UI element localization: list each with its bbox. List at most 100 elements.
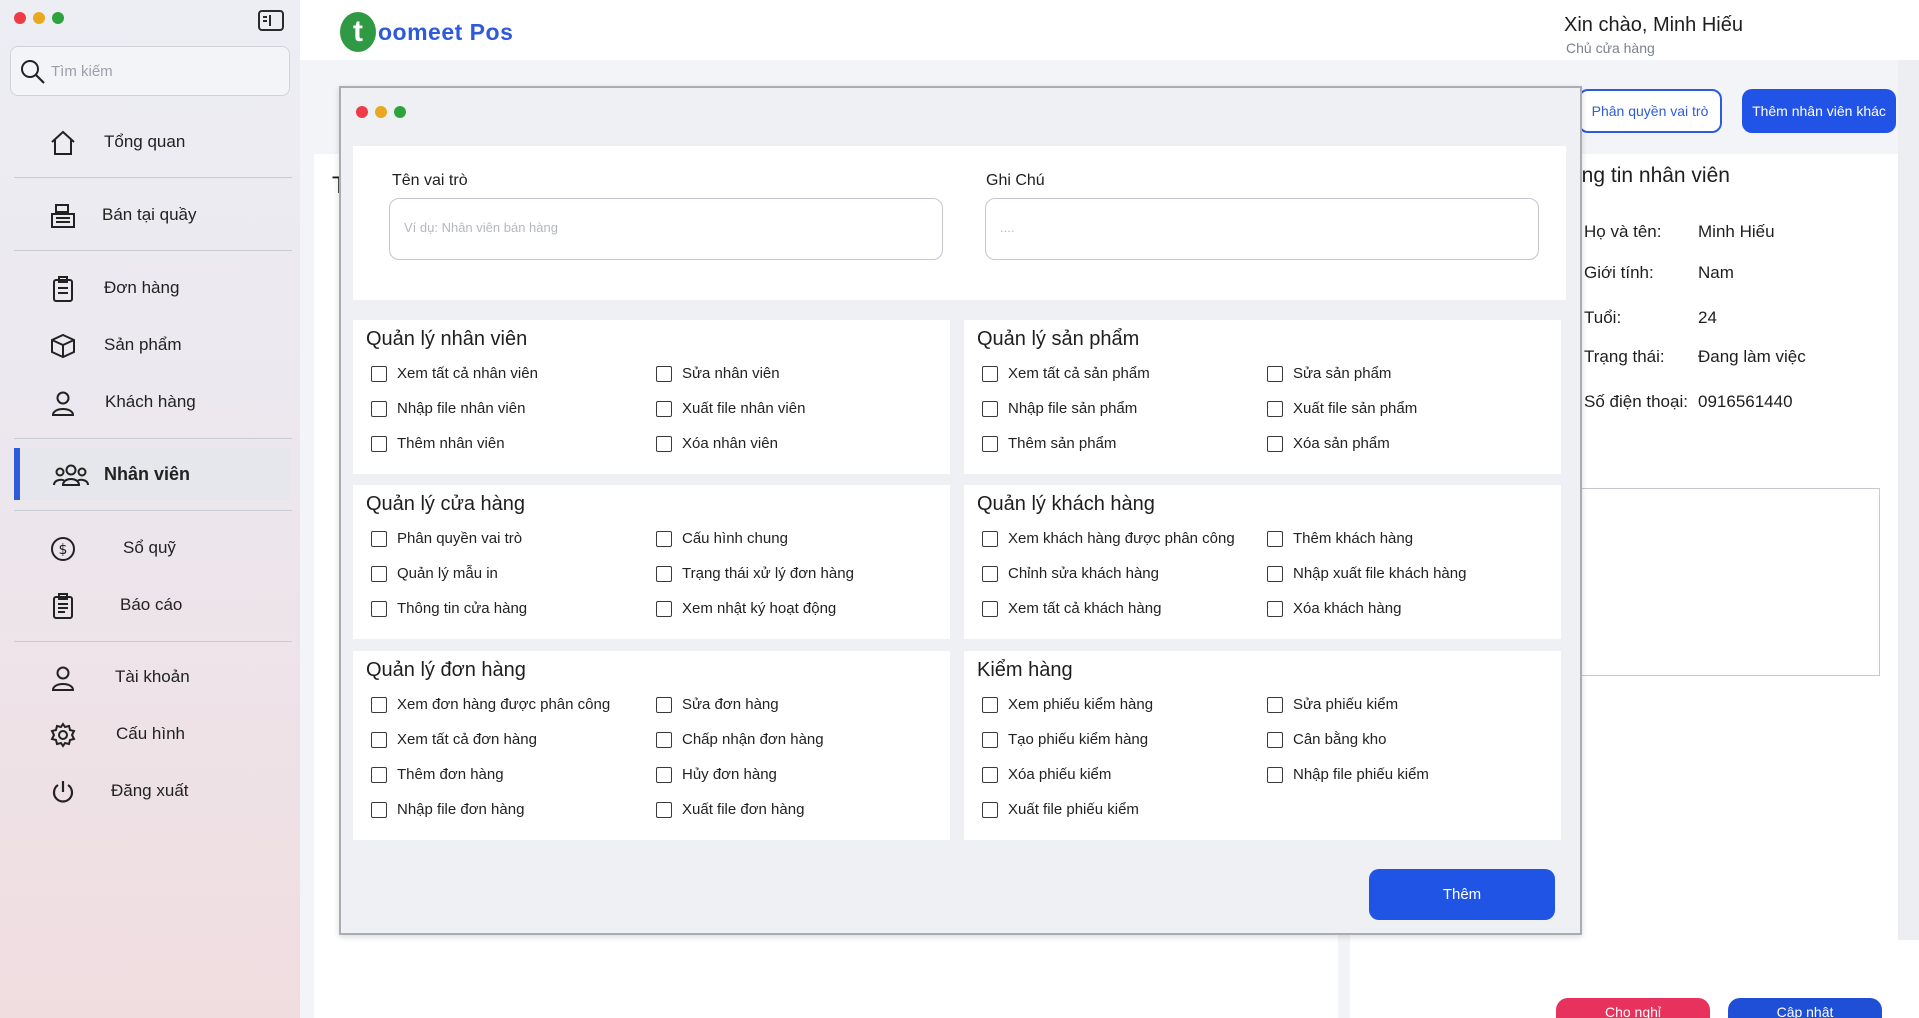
- minimize-window-button[interactable]: [33, 12, 45, 24]
- permission-checkbox[interactable]: Thêm khách hàng: [1267, 530, 1413, 547]
- checkbox-label: Xuất file đơn hàng: [682, 801, 805, 818]
- permission-checkbox[interactable]: Tạo phiếu kiểm hàng: [982, 731, 1148, 748]
- info-key: Tuổi:: [1584, 308, 1622, 327]
- sidebar-item-cau-hinh[interactable]: Cấu hình: [14, 708, 290, 760]
- add-staff-button[interactable]: Thêm nhân viên khác: [1742, 89, 1896, 133]
- sidebar-item-tai-khoan[interactable]: Tài khoản: [14, 651, 290, 703]
- section-title: Quản lý khách hàng: [977, 493, 1155, 515]
- divider: [14, 641, 292, 642]
- checkbox-label: Xem tất cả nhân viên: [397, 365, 538, 382]
- checkbox-label: Quản lý mẫu in: [397, 565, 498, 582]
- maximize-window-button[interactable]: [52, 12, 64, 24]
- permission-checkbox[interactable]: Sửa phiếu kiểm: [1267, 696, 1398, 713]
- sidebar-toggle-icon[interactable]: [258, 10, 284, 31]
- role-name-input[interactable]: Ví dụ: Nhân viên bán hàng: [389, 198, 943, 260]
- permission-checkbox[interactable]: Xem phiếu kiểm hàng: [982, 696, 1153, 713]
- box-icon: [48, 331, 78, 361]
- info-value: 24: [1698, 308, 1717, 327]
- permission-checkbox[interactable]: Nhập xuất file khách hàng: [1267, 565, 1466, 582]
- permission-checkbox[interactable]: Xem tất cả sản phẩm: [982, 365, 1150, 382]
- permission-checkbox[interactable]: Xóa khách hàng: [1267, 600, 1401, 617]
- greeting-text: Xin chào, Minh Hiếu: [1564, 14, 1743, 36]
- sidebar-item-san-pham[interactable]: Sản phẩm: [14, 319, 290, 371]
- checkbox-label: Thêm khách hàng: [1293, 530, 1414, 547]
- permission-checkbox[interactable]: Xem đơn hàng được phân công: [371, 696, 610, 713]
- permission-checkbox[interactable]: Sửa sản phẩm: [1267, 365, 1391, 382]
- permission-checkbox[interactable]: Trạng thái xử lý đơn hàng: [656, 565, 854, 582]
- checkbox-label: Nhập xuất file khách hàng: [1293, 565, 1467, 582]
- sidebar-item-bao-cao[interactable]: Báo cáo: [14, 579, 290, 631]
- permission-checkbox[interactable]: Sửa nhân viên: [656, 365, 780, 382]
- update-staff-button[interactable]: Cập nhật: [1728, 998, 1882, 1018]
- permission-checkbox[interactable]: Thêm đơn hàng: [371, 766, 504, 783]
- permission-checkbox[interactable]: Thông tin cửa hàng: [371, 600, 527, 617]
- minimize-modal-button[interactable]: [375, 106, 387, 118]
- add-role-submit-button[interactable]: Thêm: [1369, 869, 1555, 920]
- perm-section-customers: Quản lý khách hàng Xem khách hàng được p…: [964, 485, 1561, 639]
- sidebar-item-ban-tai-quay[interactable]: Bán tại quầy: [14, 189, 290, 241]
- checkbox-label: Xuất file sản phẩm: [1293, 400, 1418, 417]
- permission-checkbox[interactable]: Chấp nhận đơn hàng: [656, 731, 824, 748]
- maximize-modal-button[interactable]: [394, 106, 406, 118]
- perm-section-store: Quản lý cửa hàng Phân quyền vai trò Quản…: [353, 485, 950, 639]
- permission-checkbox[interactable]: Xuất file sản phẩm: [1267, 400, 1417, 417]
- permission-checkbox[interactable]: Phân quyền vai trò: [371, 530, 522, 547]
- sidebar-item-so-quy[interactable]: $ Sổ quỹ: [14, 522, 290, 574]
- permission-checkbox[interactable]: Chỉnh sửa khách hàng: [982, 565, 1159, 582]
- permission-checkbox[interactable]: Thêm sản phẩm: [982, 435, 1116, 452]
- sidebar-item-nhan-vien[interactable]: Nhân viên: [14, 448, 290, 500]
- permission-checkbox[interactable]: Sửa đơn hàng: [656, 696, 779, 713]
- sidebar-item-khach-hang[interactable]: Khách hàng: [14, 376, 290, 428]
- permission-checkbox[interactable]: Cân bằng kho: [1267, 731, 1386, 748]
- permission-checkbox[interactable]: Xem tất cả đơn hàng: [371, 731, 537, 748]
- permission-checkbox[interactable]: Xóa nhân viên: [656, 435, 778, 452]
- permission-checkbox[interactable]: Nhập file đơn hàng: [371, 801, 524, 818]
- checkbox-label: Chỉnh sửa khách hàng: [1008, 565, 1159, 582]
- permission-checkbox[interactable]: Xem tất cả nhân viên: [371, 365, 538, 382]
- close-window-button[interactable]: [14, 12, 26, 24]
- info-value: Nam: [1698, 263, 1734, 282]
- permission-checkbox[interactable]: Xóa sản phẩm: [1267, 435, 1390, 452]
- sidebar-item-don-hang[interactable]: Đơn hàng: [14, 262, 290, 314]
- permission-checkbox[interactable]: Xuất file nhân viên: [656, 400, 805, 417]
- permission-checkbox[interactable]: Nhập file nhân viên: [371, 400, 525, 417]
- checkbox-label: Phân quyền vai trò: [397, 530, 523, 547]
- permission-checkbox[interactable]: Hủy đơn hàng: [656, 766, 777, 783]
- info-key: Họ và tên:: [1584, 222, 1662, 241]
- role-permission-button[interactable]: Phân quyền vai trò: [1578, 89, 1722, 133]
- permission-checkbox[interactable]: Xóa phiếu kiểm: [982, 766, 1111, 783]
- close-modal-button[interactable]: [356, 106, 368, 118]
- permission-checkbox[interactable]: Xem tất cả khách hàng: [982, 600, 1161, 617]
- checkbox-label: Xem tất cả đơn hàng: [397, 731, 537, 748]
- checkbox-label: Xuất file nhân viên: [682, 400, 806, 417]
- info-value: 0916561440: [1698, 392, 1793, 411]
- permission-checkbox[interactable]: Xuất file phiếu kiểm: [982, 801, 1139, 818]
- sidebar-item-dang-xuat[interactable]: Đăng xuất: [14, 765, 290, 817]
- checkbox-label: Xuất file phiếu kiểm: [1008, 801, 1139, 818]
- perm-section-staff: Quản lý nhân viên Xem tất cả nhân viên N…: [353, 320, 950, 474]
- gear-icon: [48, 720, 78, 750]
- sidebar-item-tong-quan[interactable]: Tổng quan: [14, 116, 290, 168]
- info-key: Số điện thoại:: [1584, 392, 1688, 411]
- section-title: Quản lý đơn hàng: [366, 659, 526, 681]
- permission-checkbox[interactable]: Xem khách hàng được phân công: [982, 530, 1235, 547]
- checkbox-label: Chấp nhận đơn hàng: [682, 731, 824, 748]
- note-input[interactable]: ....: [985, 198, 1539, 260]
- checkbox-label: Thông tin cửa hàng: [397, 600, 528, 617]
- sidebar-item-label: Báo cáo: [120, 595, 183, 614]
- permission-checkbox[interactable]: Nhập file sản phẩm: [982, 400, 1137, 417]
- permission-checkbox[interactable]: Xem nhật ký hoạt động: [656, 600, 836, 617]
- permission-checkbox[interactable]: Xuất file đơn hàng: [656, 801, 804, 818]
- permission-checkbox[interactable]: Quản lý mẫu in: [371, 565, 498, 582]
- dismiss-staff-button[interactable]: Cho nghỉ: [1556, 998, 1710, 1018]
- permission-checkbox[interactable]: Nhập file phiếu kiểm: [1267, 766, 1429, 783]
- scrollbar[interactable]: [1898, 60, 1919, 940]
- divider: [14, 438, 292, 439]
- permission-checkbox[interactable]: Cấu hình chung: [656, 530, 788, 547]
- checkbox-label: Xem tất cả khách hàng: [1008, 600, 1162, 617]
- sidebar-item-label: Sản phẩm: [104, 335, 182, 354]
- perm-section-orders: Quản lý đơn hàng Xem đơn hàng được phân …: [353, 651, 950, 840]
- checkbox-label: Cấu hình chung: [682, 530, 788, 547]
- search-input[interactable]: Tìm kiếm: [10, 46, 290, 96]
- permission-checkbox[interactable]: Thêm nhân viên: [371, 435, 505, 452]
